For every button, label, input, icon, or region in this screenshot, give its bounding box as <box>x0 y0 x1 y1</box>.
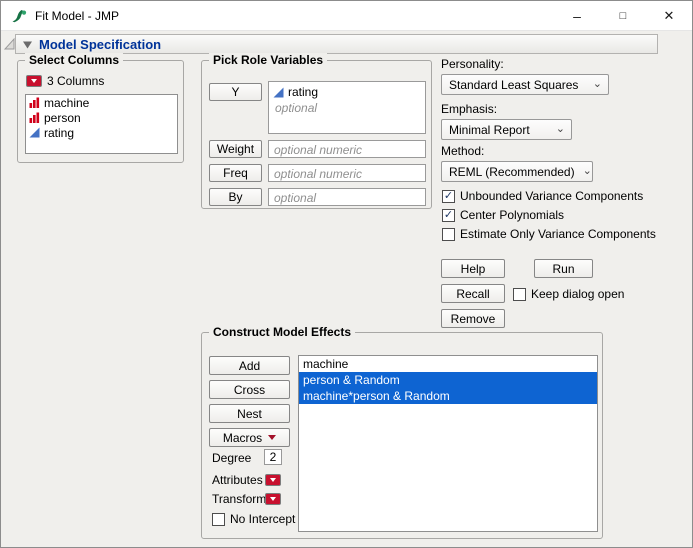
method-value: REML (Recommended) <box>449 164 575 179</box>
chevron-down-icon: ⌄ <box>555 123 565 135</box>
checkbox-label: Estimate Only Variance Components <box>460 227 656 241</box>
chevron-down-icon: ⌄ <box>592 78 602 90</box>
cross-button[interactable]: Cross <box>209 380 290 399</box>
freq-role-box[interactable]: optional numeric <box>268 164 426 182</box>
effect-text: person & Random <box>303 373 400 387</box>
effect-item[interactable]: machine <box>299 356 597 372</box>
by-role-box[interactable]: optional <box>268 188 426 206</box>
maximize-button[interactable]: □ <box>600 1 646 31</box>
continuous-icon <box>273 87 284 97</box>
macros-dropdown-icon <box>268 435 277 440</box>
keep-dialog-open-row[interactable]: Keep dialog open <box>513 287 624 301</box>
by-role-button[interactable]: By <box>209 188 262 206</box>
method-select[interactable]: REML (Recommended) ⌄ <box>441 161 593 182</box>
jmp-app-icon <box>12 10 27 23</box>
titlebar: Fit Model - JMP – □ ✕ <box>1 1 692 31</box>
help-button[interactable]: Help <box>441 259 505 278</box>
y-role-value: rating <box>288 85 319 99</box>
method-label: Method: <box>441 144 485 158</box>
chevron-down-icon: ⌄ <box>582 165 592 177</box>
outline-collapse-icon[interactable] <box>4 37 15 50</box>
model-specification-header[interactable]: Model Specification <box>15 34 658 54</box>
y-role-button[interactable]: Y <box>209 83 262 101</box>
column-name: rating <box>44 125 75 140</box>
weight-role-box[interactable]: optional numeric <box>268 140 426 158</box>
run-button[interactable]: Run <box>534 259 593 278</box>
nominal-icon <box>29 97 40 108</box>
keep-dialog-label: Keep dialog open <box>531 287 625 301</box>
personality-value: Standard Least Squares <box>449 77 579 92</box>
transform-menu-icon[interactable] <box>265 493 281 505</box>
freq-role-button[interactable]: Freq <box>209 164 262 182</box>
no-intercept-checkbox[interactable] <box>212 512 225 526</box>
emphasis-select[interactable]: Minimal Report ⌄ <box>441 119 572 140</box>
checkbox-unchecked-icon[interactable] <box>442 227 455 241</box>
pick-role-variables-title: Pick Role Variables <box>209 53 328 67</box>
column-item-person[interactable]: person <box>26 110 177 125</box>
construct-model-effects-title: Construct Model Effects <box>209 325 356 339</box>
columns-listbox: machine person rating <box>25 94 178 154</box>
model-specification-title: Model Specification <box>39 36 162 52</box>
window-title: Fit Model - JMP <box>35 9 120 23</box>
column-name: person <box>44 110 81 125</box>
checkbox-label: Unbounded Variance Components <box>460 189 644 203</box>
column-name: machine <box>44 95 90 110</box>
y-role-optional: optional <box>275 101 318 115</box>
attributes-label: Attributes <box>212 473 263 487</box>
close-button[interactable]: ✕ <box>646 1 692 31</box>
column-item-rating[interactable]: rating <box>26 125 177 140</box>
recall-button[interactable]: Recall <box>441 284 505 303</box>
nominal-icon <box>29 112 40 123</box>
select-columns-group: Select Columns 3 Columns machine person <box>17 53 184 163</box>
macros-label: Macros <box>222 430 263 445</box>
effects-listbox: machine person & Random machine*person &… <box>298 355 598 532</box>
remove-button[interactable]: Remove <box>441 309 505 328</box>
effect-item[interactable]: person & Random <box>299 372 597 388</box>
no-intercept-row[interactable]: No Intercept <box>212 512 295 526</box>
transform-label: Transform <box>212 492 267 506</box>
personality-select[interactable]: Standard Least Squares ⌄ <box>441 74 609 95</box>
degree-input[interactable]: 2 <box>264 449 282 465</box>
columns-menu-icon[interactable] <box>26 75 42 87</box>
columns-count-label: 3 Columns <box>47 74 105 88</box>
checkbox-checked-icon[interactable]: ✓ <box>442 189 455 203</box>
effect-text: machine*person & Random <box>303 389 450 403</box>
unbounded-variance-checkbox-row[interactable]: ✓ Unbounded Variance Components <box>442 189 643 203</box>
no-intercept-label: No Intercept <box>230 512 296 526</box>
nest-button[interactable]: Nest <box>209 404 290 423</box>
continuous-icon <box>29 127 40 138</box>
freq-placeholder: optional numeric <box>274 167 363 181</box>
column-item-machine[interactable]: machine <box>26 95 177 110</box>
estimate-only-variance-checkbox-row[interactable]: Estimate Only Variance Components <box>442 227 656 241</box>
add-button[interactable]: Add <box>209 356 290 375</box>
select-columns-title: Select Columns <box>25 53 124 67</box>
effect-text: machine <box>303 357 349 371</box>
minimize-button[interactable]: – <box>554 1 600 31</box>
by-placeholder: optional <box>274 191 317 205</box>
weight-placeholder: optional numeric <box>274 143 363 157</box>
emphasis-value: Minimal Report <box>449 122 530 137</box>
macros-button[interactable]: Macros <box>209 428 290 447</box>
center-polynomials-checkbox-row[interactable]: ✓ Center Polynomials <box>442 208 564 222</box>
weight-role-button[interactable]: Weight <box>209 140 262 158</box>
checkbox-label: Center Polynomials <box>460 208 565 222</box>
checkbox-checked-icon[interactable]: ✓ <box>442 208 455 222</box>
disclosure-triangle-icon[interactable] <box>22 39 33 50</box>
y-role-box[interactable]: rating optional <box>268 81 426 134</box>
keep-dialog-checkbox[interactable] <box>513 287 526 301</box>
fit-model-window: Fit Model - JMP – □ ✕ Model Specificatio… <box>0 0 693 548</box>
personality-label: Personality: <box>441 57 504 71</box>
attributes-menu-icon[interactable] <box>265 474 281 486</box>
emphasis-label: Emphasis: <box>441 102 498 116</box>
pick-role-variables-group: Pick Role Variables Y rating optional We… <box>201 53 432 209</box>
degree-label: Degree <box>212 451 252 465</box>
effect-item[interactable]: machine*person & Random <box>299 388 597 404</box>
construct-model-effects-group: Construct Model Effects Add Cross Nest M… <box>201 325 603 539</box>
